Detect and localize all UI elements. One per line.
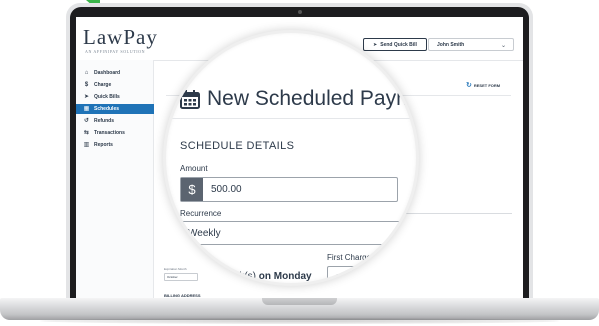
recurrence-label: Recurrence — [180, 209, 222, 218]
interval-day: Monday — [273, 271, 312, 282]
dollar-circle-icon: $ — [84, 81, 89, 88]
interval-unit: week(s) — [221, 271, 257, 282]
first-charge-label: First Charge On — [327, 253, 384, 262]
schedule-details-heading: SCHEDULE DETAILS — [180, 140, 295, 152]
reset-form-button[interactable]: ↻ RESET FORM — [466, 81, 500, 89]
page-title-text: New Scheduled Payme — [207, 87, 416, 110]
sidebar-item-transactions[interactable]: ⇆ Transactions — [76, 128, 154, 138]
amount-label: Amount — [180, 164, 208, 173]
sidebar-item-dashboard[interactable]: ⌂ Dashboard — [76, 68, 154, 78]
calendar-icon: ▦ — [83, 105, 90, 112]
sidebar-item-schedules[interactable]: ▦ Schedules — [76, 104, 154, 114]
sidebar-item-label: Charge — [94, 82, 112, 88]
paper-plane-icon: ➤ — [83, 93, 90, 100]
interval-description: week(s) on Monday — [221, 271, 312, 282]
sidebar-item-label: Reports — [94, 142, 113, 148]
calendar-icon — [180, 89, 200, 109]
every-label: Every — [180, 253, 201, 262]
magnifier-lens: New Scheduled Payme SCHEDULE DETAILS Amo… — [166, 33, 416, 283]
sidebar-item-label: Transactions — [94, 130, 125, 136]
user-dropdown[interactable]: John Smith ⌄ — [428, 38, 514, 51]
page-title: New Scheduled Payme — [180, 87, 416, 111]
laptop-notch — [262, 298, 337, 305]
reset-form-label: RESET FORM — [473, 82, 501, 88]
sidebar-item-label: Refunds — [94, 118, 114, 124]
chevron-down-icon: ⌄ — [500, 43, 506, 49]
home-icon: ⌂ — [84, 69, 89, 76]
sidebar: ⌂ Dashboard $ Charge ➤ Quick Bills ▦ Sch… — [76, 60, 154, 308]
sidebar-item-refunds[interactable]: ↺ Refunds — [76, 116, 154, 126]
sidebar-item-quick-bills[interactable]: ➤ Quick Bills — [76, 92, 154, 102]
sidebar-item-label: Schedules — [94, 106, 120, 112]
sidebar-item-charge[interactable]: $ Charge — [76, 80, 154, 90]
laptop-shadow — [40, 318, 559, 324]
bar-chart-icon: ▥ — [83, 141, 90, 148]
title-divider — [166, 118, 416, 119]
every-interval-input[interactable]: 2 — [180, 266, 212, 283]
amount-field[interactable]: $ 500.00 — [180, 177, 398, 202]
arrows-icon: ⇆ — [83, 129, 90, 136]
recurrence-select[interactable]: Weekly ⌄ — [180, 221, 408, 245]
sidebar-item-label: Quick Bills — [94, 94, 120, 100]
undo-icon: ↺ — [83, 117, 90, 124]
currency-badge: $ — [181, 178, 203, 201]
first-charge-date-input[interactable]: 6/15/2020 — [327, 266, 407, 283]
sidebar-item-reports[interactable]: ▥ Reports — [76, 140, 154, 150]
webcam — [298, 10, 302, 14]
refresh-icon: ↻ — [466, 82, 472, 89]
interval-day-prefix: on — [258, 271, 272, 282]
recurrence-value: Weekly — [188, 227, 221, 239]
amount-value: 500.00 — [211, 184, 242, 195]
sidebar-item-label: Dashboard — [94, 70, 121, 76]
chevron-down-icon: ⌄ — [388, 227, 399, 241]
user-name: John Smith — [437, 41, 465, 48]
laptop-screen: LawPay AN AFFINIPAY SOLUTION ➤ Send Quic… — [76, 17, 523, 308]
